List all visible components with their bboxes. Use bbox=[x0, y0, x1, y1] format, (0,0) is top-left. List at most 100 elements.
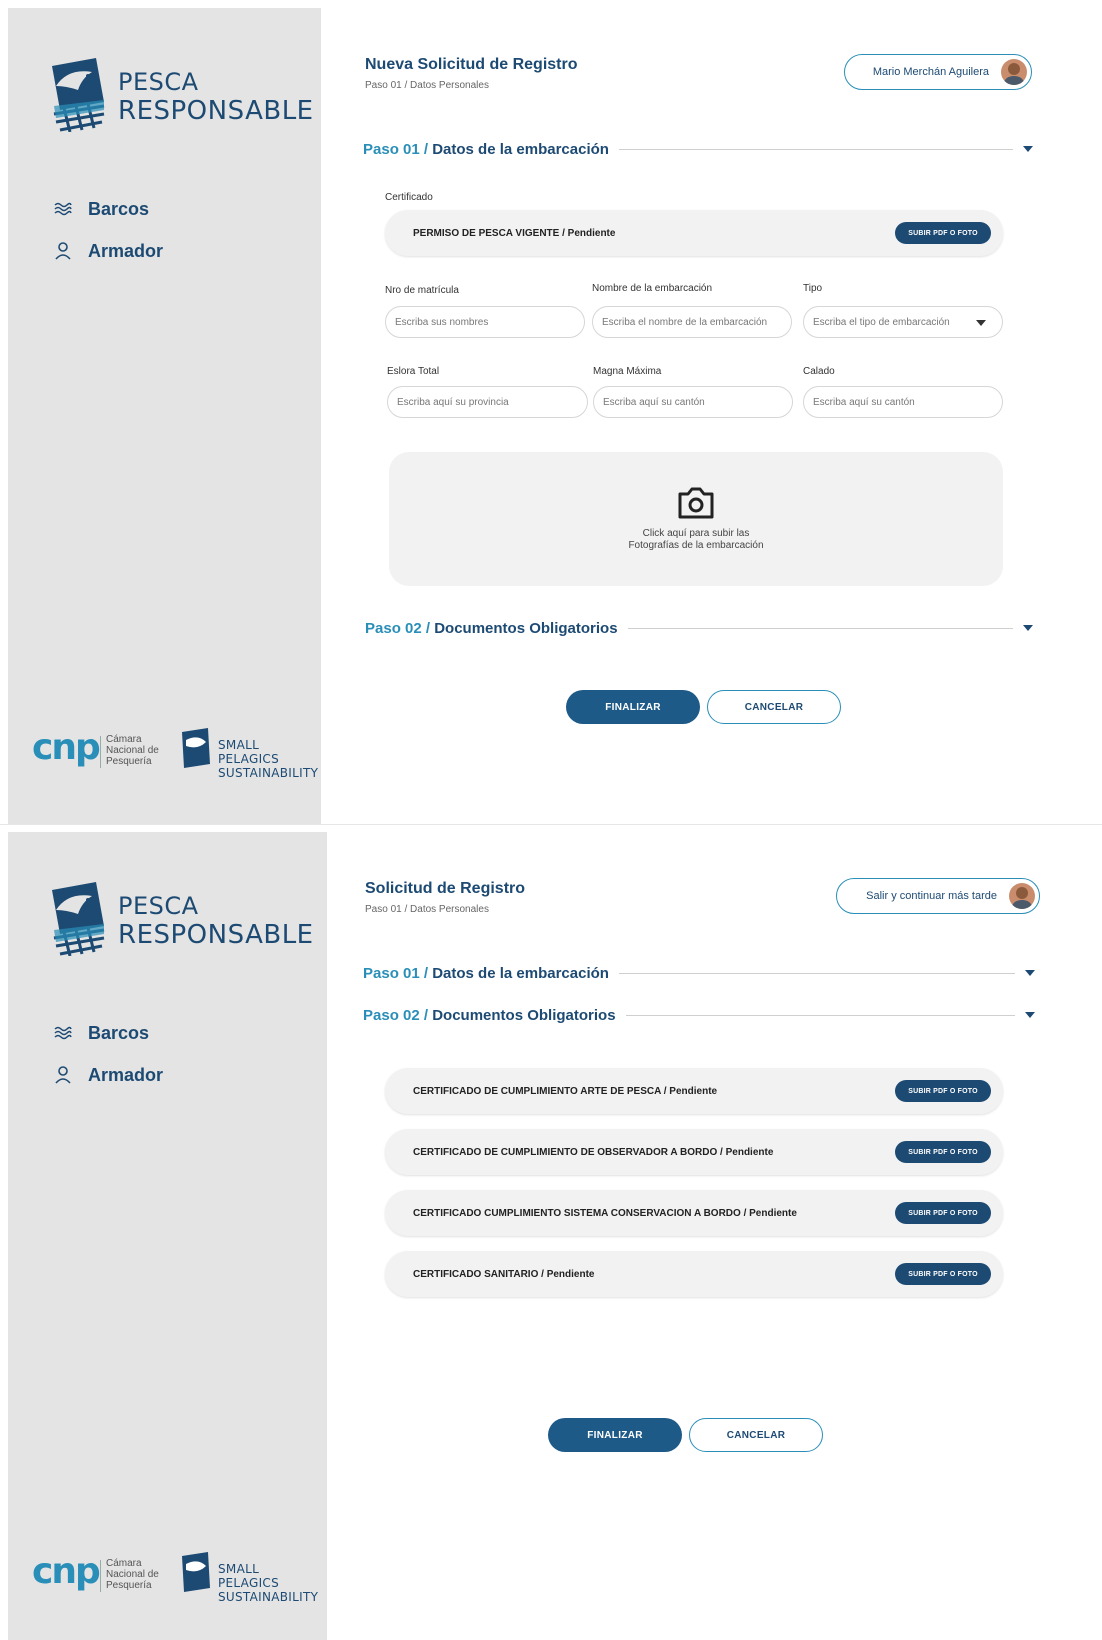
user-icon bbox=[52, 1064, 74, 1086]
photo-upload-dropzone[interactable]: Click aquí para subir las Fotografías de… bbox=[389, 452, 1003, 586]
section-divider bbox=[625, 1014, 1015, 1016]
cnp-text-line: Cámara bbox=[106, 734, 142, 745]
cancelar-button[interactable]: CANCELAR bbox=[689, 1418, 823, 1452]
sidebar-item-armador[interactable]: Armador bbox=[52, 230, 163, 272]
logo-divider bbox=[100, 1560, 101, 1592]
calado-label: Calado bbox=[803, 366, 835, 377]
upload-pdf-button[interactable]: SUBIR PDF O FOTO bbox=[895, 1263, 991, 1285]
sidebar-item-barcos[interactable]: Barcos bbox=[52, 188, 163, 230]
sidebar: PESCA RESPONSABLE Barcos Armador cnp Cám… bbox=[8, 832, 327, 1640]
certificate-row-label: PERMISO DE PESCA VIGENTE / Pendiente bbox=[413, 227, 616, 239]
page-title: Nueva Solicitud de Registro bbox=[365, 56, 578, 73]
photo-upload-text: Click aquí para subir las bbox=[642, 528, 750, 539]
document-row-label: CERTIFICADO CUMPLIMIENTO SISTEMA CONSERV… bbox=[413, 1207, 797, 1219]
matricula-label: Nro de matrícula bbox=[385, 285, 459, 296]
cnp-text: Cámara Nacional de Pesquería bbox=[106, 1558, 159, 1591]
sps-text-line: SMALL PELAGICS bbox=[218, 738, 280, 766]
small-pelagics-fish-icon bbox=[182, 728, 210, 768]
document-row: CERTIFICADO CUMPLIMIENTO SISTEMA CONSERV… bbox=[385, 1190, 1003, 1236]
sidebar-item-barcos[interactable]: Barcos bbox=[52, 1012, 163, 1054]
caret-down-icon bbox=[1023, 146, 1033, 152]
section-step1-header[interactable]: Paso 01 / Datos de la embarcación bbox=[363, 962, 1035, 984]
document-row: CERTIFICADO SANITARIO / Pendiente SUBIR … bbox=[385, 1251, 1003, 1297]
section-title: Documentos Obligatorios bbox=[432, 1006, 616, 1024]
avatar bbox=[1009, 883, 1035, 909]
nombre-embarcacion-input[interactable] bbox=[592, 306, 792, 338]
small-pelagics-text: SMALL PELAGICS SUSTAINABILITY bbox=[218, 1562, 318, 1604]
cnp-logo: cnp bbox=[32, 1551, 101, 1592]
breadcrumb: Paso 01 / Datos Personales bbox=[365, 80, 489, 91]
sidebar-nav: Barcos Armador bbox=[52, 1012, 163, 1096]
section-divider bbox=[618, 148, 1013, 150]
section-step2-header[interactable]: Paso 02 / Documentos Obligatorios bbox=[365, 617, 1033, 639]
cnp-text: Cámara Nacional de Pesquería bbox=[106, 734, 159, 767]
main-content: Solicitud de Registro Paso 01 / Datos Pe… bbox=[327, 832, 1102, 1640]
breadcrumb: Paso 01 / Datos Personales bbox=[365, 904, 489, 915]
logo-line2: RESPONSABLE bbox=[118, 96, 314, 126]
section-divider bbox=[627, 627, 1013, 629]
tipo-select[interactable] bbox=[803, 306, 1003, 338]
upload-pdf-button[interactable]: SUBIR PDF O FOTO bbox=[895, 222, 991, 244]
section-step-number: Paso 02 / bbox=[363, 1006, 433, 1024]
document-row: CERTIFICADO DE CUMPLIMIENTO ARTE DE PESC… bbox=[385, 1068, 1003, 1114]
caret-down-icon bbox=[1025, 970, 1035, 976]
small-pelagics-text: SMALL PELAGICS SUSTAINABILITY bbox=[218, 738, 318, 780]
page-title: Solicitud de Registro bbox=[365, 880, 526, 897]
exit-continue-later-button[interactable]: Salir y continuar más tarde bbox=[836, 878, 1040, 914]
camera-icon bbox=[678, 487, 714, 519]
section-step1-header[interactable]: Paso 01 / Datos de la embarcación bbox=[363, 138, 1033, 160]
caret-down-icon bbox=[1025, 1012, 1035, 1018]
document-row-label: CERTIFICADO SANITARIO / Pendiente bbox=[413, 1268, 595, 1280]
waves-icon bbox=[52, 1022, 74, 1044]
upload-pdf-button[interactable]: SUBIR PDF O FOTO bbox=[895, 1141, 991, 1163]
pesca-responsable-logo: PESCA RESPONSABLE bbox=[48, 56, 313, 132]
user-icon bbox=[52, 240, 74, 262]
screen-separator bbox=[0, 824, 1102, 832]
calado-input[interactable] bbox=[803, 386, 1003, 418]
main-content: Nueva Solicitud de Registro Paso 01 / Da… bbox=[321, 8, 1102, 824]
finalizar-button[interactable]: FINALIZAR bbox=[566, 690, 700, 724]
eslora-input[interactable] bbox=[387, 386, 588, 418]
cnp-text-line: Nacional de bbox=[106, 1569, 159, 1580]
logo-line2: RESPONSABLE bbox=[118, 920, 314, 950]
sidebar-item-label: Armador bbox=[88, 240, 164, 261]
user-profile-button[interactable]: Mario Merchán Aguilera bbox=[844, 54, 1032, 90]
sidebar: PESCA RESPONSABLE Barcos Armador cnp Cám… bbox=[8, 8, 321, 824]
logo-wordmark: PESCA RESPONSABLE bbox=[118, 70, 314, 124]
cnp-text-line: Nacional de bbox=[106, 745, 159, 756]
logo-divider bbox=[100, 736, 101, 768]
section-divider bbox=[618, 972, 1015, 974]
fish-net-logo-icon bbox=[52, 882, 105, 956]
section-step-number: Paso 02 / bbox=[365, 619, 435, 637]
partner-logos: cnp Cámara Nacional de Pesquería SMALL P… bbox=[32, 727, 318, 780]
certificado-label: Certificado bbox=[385, 192, 433, 203]
section-title: Documentos Obligatorios bbox=[434, 619, 618, 637]
photo-upload-text: Fotografías de la embarcación bbox=[628, 540, 764, 551]
exit-label: Salir y continuar más tarde bbox=[866, 890, 997, 902]
waves-icon bbox=[52, 198, 74, 220]
certificate-row: PERMISO DE PESCA VIGENTE / Pendiente SUB… bbox=[385, 210, 1003, 256]
magna-input[interactable] bbox=[593, 386, 793, 418]
upload-pdf-button[interactable]: SUBIR PDF O FOTO bbox=[895, 1080, 991, 1102]
eslora-label: Eslora Total bbox=[387, 366, 440, 377]
logo-line1: PESCA bbox=[118, 892, 199, 920]
section-step-number: Paso 01 / bbox=[363, 964, 433, 982]
cnp-text-line: Pesquería bbox=[106, 756, 152, 767]
partner-logos: cnp Cámara Nacional de Pesquería SMALL P… bbox=[32, 1551, 318, 1604]
sps-text-line: SUSTAINABILITY bbox=[218, 766, 319, 780]
finalizar-button[interactable]: FINALIZAR bbox=[548, 1418, 682, 1452]
section-step2-header[interactable]: Paso 02 / Documentos Obligatorios bbox=[363, 1004, 1035, 1026]
logo-wordmark: PESCA RESPONSABLE bbox=[118, 894, 314, 948]
caret-down-icon bbox=[1023, 625, 1033, 631]
sidebar-item-armador[interactable]: Armador bbox=[52, 1054, 163, 1096]
matricula-input[interactable] bbox=[385, 306, 585, 338]
logo-line1: PESCA bbox=[118, 68, 199, 96]
cnp-logo: cnp bbox=[32, 727, 101, 768]
magna-label: Magna Máxima bbox=[593, 366, 662, 377]
sps-text-line: SUSTAINABILITY bbox=[218, 1590, 319, 1604]
section-title: Datos de la embarcación bbox=[432, 964, 609, 982]
upload-pdf-button[interactable]: SUBIR PDF O FOTO bbox=[895, 1202, 991, 1224]
cancelar-button[interactable]: CANCELAR bbox=[707, 690, 841, 724]
small-pelagics-fish-icon bbox=[182, 1552, 210, 1592]
screen-registration-documents: PESCA RESPONSABLE Barcos Armador cnp Cám… bbox=[8, 832, 1102, 1640]
